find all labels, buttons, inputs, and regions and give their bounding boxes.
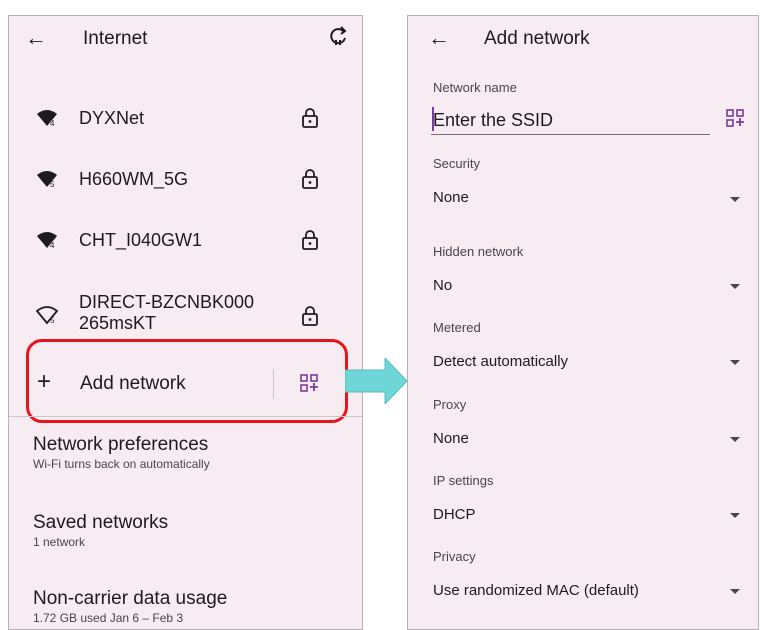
refresh-icon[interactable]: [328, 26, 348, 51]
pref-subtitle: 1 network: [33, 535, 86, 549]
data-usage-item[interactable]: Non-carrier data usage 1.72 GB used Jan …: [33, 588, 227, 626]
network-ssid: CHT_I040GW1: [79, 230, 203, 250]
signal-badge: 5: [50, 180, 55, 189]
network-ssid-line: DIRECT-BZCNBK000: [79, 292, 255, 312]
hidden-network-value: No: [433, 277, 453, 294]
wifi-signal-icon: 4: [37, 110, 57, 128]
privacy-value: Use randomized MAC (default): [433, 582, 639, 599]
wifi-signal-icon: 5: [36, 306, 58, 325]
dropdown-caret-icon: [730, 360, 740, 365]
saved-networks-item[interactable]: Saved networks 1 network: [33, 512, 168, 550]
page-title: Internet: [83, 28, 148, 49]
ssid-input[interactable]: [431, 106, 710, 135]
ip-settings-label: IP settings: [433, 473, 494, 488]
callout-arrow: [345, 358, 408, 404]
proxy-label: Proxy: [433, 397, 467, 412]
pref-title: Network preferences: [33, 434, 209, 455]
internet-screen: ← Internet 4 DYXNet 5 H660WM_5G 4 CHT_I0…: [8, 15, 363, 630]
signal-badge: 5: [50, 316, 55, 325]
network-name-label: Network name: [433, 80, 517, 95]
divider: [9, 416, 362, 417]
wifi-network-item[interactable]: 4 DYXNet: [9, 88, 362, 148]
security-value: None: [433, 189, 469, 206]
back-arrow-icon[interactable]: ←: [428, 25, 454, 51]
network-preferences-item[interactable]: Network preferences Wi-Fi turns back on …: [33, 434, 210, 472]
signal-badge: 4: [50, 241, 55, 250]
metered-label: Metered: [433, 320, 481, 335]
lock-icon: [302, 306, 318, 326]
highlight-box: [26, 339, 348, 423]
security-label: Security: [433, 156, 480, 171]
wifi-signal-icon: 4: [37, 232, 57, 250]
network-ssid: DYXNet: [79, 108, 145, 128]
lock-icon: [302, 230, 318, 250]
dropdown-caret-icon: [730, 197, 740, 202]
dropdown-caret-icon: [730, 284, 740, 289]
app-bar: ← Internet: [9, 16, 362, 62]
page-title: Add network: [484, 28, 590, 49]
back-arrow-icon[interactable]: ←: [25, 25, 51, 51]
ip-settings-value: DHCP: [433, 506, 476, 523]
hidden-network-label: Hidden network: [433, 244, 524, 259]
dropdown-caret-icon: [730, 513, 740, 518]
wifi-network-item[interactable]: 5 H660WM_5G: [9, 149, 362, 209]
text-cursor: [432, 107, 434, 131]
lock-icon: [302, 169, 318, 189]
qr-code-scan-icon[interactable]: [726, 109, 744, 127]
pref-title: Saved networks: [33, 512, 169, 533]
proxy-value: None: [433, 430, 469, 447]
pref-subtitle: Wi-Fi turns back on automatically: [33, 457, 210, 471]
add-network-screen: ← Add network Network name Security None…: [407, 15, 759, 630]
privacy-label: Privacy: [433, 549, 476, 564]
lock-icon: [302, 108, 318, 128]
app-bar: ← Add network: [408, 16, 758, 62]
network-ssid-line: 265msKT: [79, 313, 157, 333]
network-ssid: DIRECT-BZCNBK000 265msKT: [79, 292, 254, 334]
signal-badge: 4: [50, 119, 55, 128]
metered-value: Detect automatically: [433, 353, 569, 370]
wifi-network-item[interactable]: 4 CHT_I040GW1: [9, 210, 362, 270]
network-ssid: H660WM_5G: [79, 169, 189, 189]
pref-subtitle: 1.72 GB used Jan 6 – Feb 3: [33, 611, 184, 625]
pref-title: Non-carrier data usage: [33, 588, 228, 609]
wifi-signal-icon: 5: [37, 171, 57, 189]
dropdown-caret-icon: [730, 589, 740, 594]
dropdown-caret-icon: [730, 437, 740, 442]
